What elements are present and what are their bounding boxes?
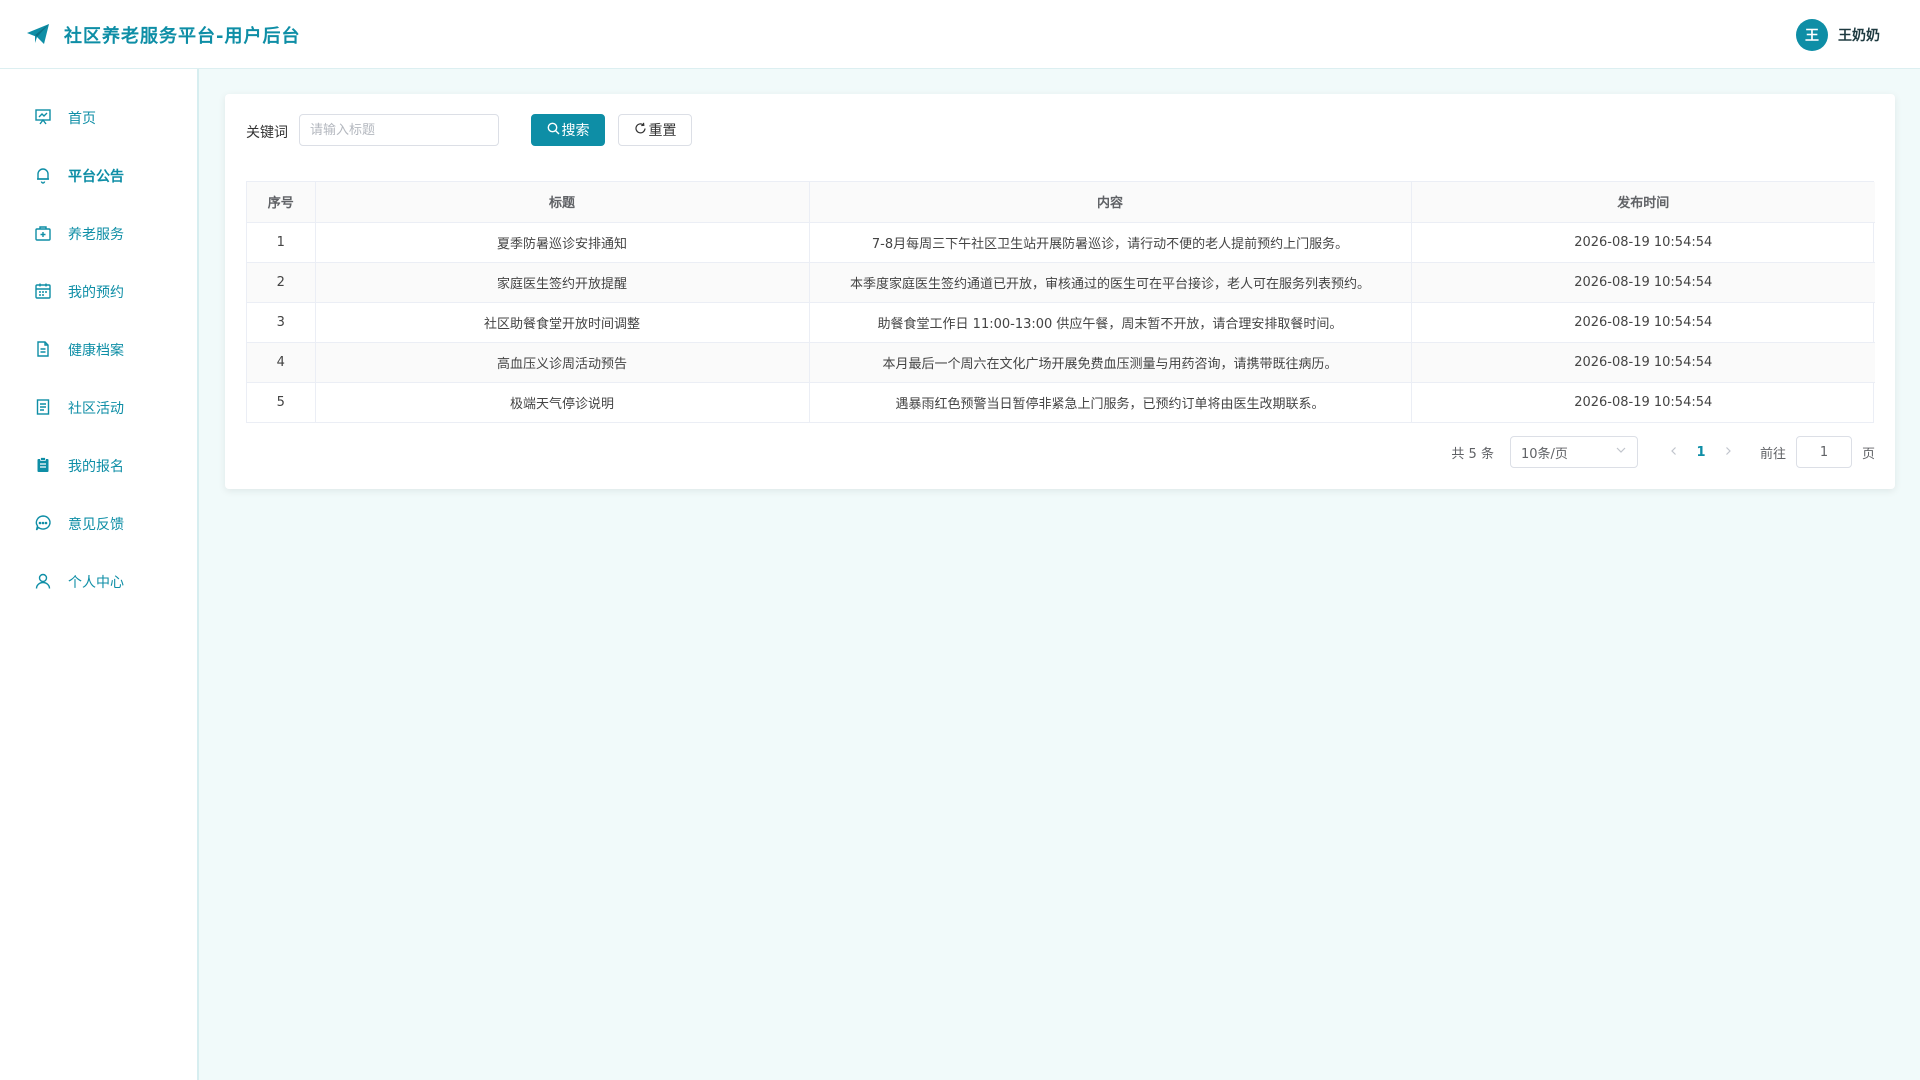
table-row[interactable]: 5 极端天气停诊说明 遇暴雨红色预警当日暂停非紧急上门服务，已预约订单将由医生改…	[247, 382, 1875, 422]
page-number-current[interactable]: 1	[1686, 445, 1716, 460]
sidebar-item-elderly-services[interactable]: 养老服务	[0, 212, 197, 252]
sidebar-item-label: 个人中心	[68, 575, 124, 591]
table-row[interactable]: 2 家庭医生签约开放提醒 本季度家庭医生签约通道已开放，审核通过的医生可在平台接…	[247, 262, 1875, 303]
medical-kit-icon	[34, 224, 52, 242]
announcement-table: 序号 标题 内容 发布时间 1 夏季防暑巡诊安排通知 7-8月每周三下午社区卫生…	[246, 181, 1875, 423]
column-header-publish-time: 发布时间	[1411, 182, 1875, 223]
user-menu[interactable]: 王 王奶奶	[1796, 19, 1880, 51]
sidebar-item-home[interactable]: 首页	[0, 96, 197, 136]
sidebar-item-label: 健康档案	[68, 343, 124, 359]
goto-page-input[interactable]	[1795, 436, 1852, 468]
announcement-card: 关键词 搜索 重置 序号 标题 内容 发布时间	[225, 94, 1895, 489]
cell-title: 家庭医生签约开放提醒	[315, 262, 810, 303]
cell-content: 本季度家庭医生签约通道已开放，审核通过的医生可在平台接诊，老人可在服务列表预约。	[809, 262, 1412, 303]
sidebar-item-personal-center[interactable]: 个人中心	[0, 560, 197, 600]
search-button[interactable]: 搜索	[531, 114, 605, 146]
next-page-button[interactable]	[1716, 444, 1740, 460]
sidebar-item-label: 社区活动	[68, 401, 124, 417]
cell-content: 7-8月每周三下午社区卫生站开展防暑巡诊，请行动不便的老人提前预约上门服务。	[809, 222, 1412, 263]
sidebar-item-label: 首页	[68, 111, 96, 127]
username[interactable]: 王奶奶	[1838, 25, 1880, 45]
cell-title: 高血压义诊周活动预告	[315, 342, 810, 383]
cell-content: 本月最后一个周六在文化广场开展免费血压测量与用药咨询，请携带既往病历。	[809, 342, 1412, 383]
prev-page-button[interactable]	[1662, 444, 1686, 460]
list-doc-icon	[34, 398, 52, 416]
sidebar-item-feedback[interactable]: 意见反馈	[0, 502, 197, 542]
keyword-input[interactable]	[299, 114, 499, 146]
cell-title: 夏季防暑巡诊安排通知	[315, 222, 810, 263]
cell-publish-time: 2026-08-19 10:54:54	[1574, 394, 1713, 410]
pagination: 共 5 条 10条/页 1 前往 页	[1451, 436, 1875, 468]
sidebar: 首页 平台公告 养老服务 我的预约 健康档案 社区活动 我的报名 意见反馈 个人…	[0, 69, 199, 1080]
cell-index: 4	[247, 342, 316, 383]
table-row[interactable]: 3 社区助餐食堂开放时间调整 助餐食堂工作日 11:00-13:00 供应午餐，…	[247, 302, 1875, 343]
cell-index: 5	[247, 382, 316, 422]
sidebar-item-my-appointments[interactable]: 我的预约	[0, 270, 197, 310]
total-count: 共 5 条	[1451, 446, 1494, 462]
cell-content: 遇暴雨红色预警当日暂停非紧急上门服务，已预约订单将由医生改期联系。	[809, 382, 1412, 422]
column-header-content: 内容	[809, 182, 1412, 223]
sidebar-item-label: 意见反馈	[68, 517, 124, 533]
app-title: 社区养老服务平台-用户后台	[64, 26, 301, 47]
column-header-index: 序号	[247, 182, 316, 223]
page-unit-label: 页	[1861, 446, 1875, 462]
goto-label: 前往	[1759, 446, 1786, 462]
avatar[interactable]: 王	[1796, 19, 1828, 51]
page-size-value: 10条/页	[1520, 446, 1568, 462]
calendar-icon	[34, 282, 52, 300]
chart-board-icon	[34, 108, 52, 126]
cell-content: 助餐食堂工作日 11:00-13:00 供应午餐，周末暂不开放，请合理安排取餐时…	[809, 302, 1412, 343]
sidebar-item-label: 平台公告	[68, 169, 124, 185]
document-icon	[34, 340, 52, 358]
paper-plane-icon	[26, 23, 50, 45]
bell-icon	[34, 166, 52, 184]
table-row[interactable]: 4 高血压义诊周活动预告 本月最后一个周六在文化广场开展免费血压测量与用药咨询，…	[247, 342, 1875, 383]
cell-index: 1	[247, 222, 316, 263]
table-row[interactable]: 1 夏季防暑巡诊安排通知 7-8月每周三下午社区卫生站开展防暑巡诊，请行动不便的…	[247, 222, 1875, 263]
cell-index: 2	[247, 262, 316, 303]
cell-index: 3	[247, 302, 316, 343]
top-header: 社区养老服务平台-用户后台 王 王奶奶	[0, 0, 1920, 69]
cell-publish-time: 2026-08-19 10:54:54	[1411, 222, 1875, 263]
sidebar-item-label: 我的报名	[68, 459, 124, 475]
sidebar-item-label: 我的预约	[68, 285, 124, 301]
column-header-title: 标题	[315, 182, 810, 223]
refresh-icon	[634, 122, 649, 139]
chevron-down-icon	[1615, 444, 1627, 460]
sidebar-item-label: 养老服务	[68, 227, 124, 243]
sidebar-item-community-activities[interactable]: 社区活动	[0, 386, 197, 426]
cell-title: 社区助餐食堂开放时间调整	[315, 302, 810, 343]
sidebar-item-my-registrations[interactable]: 我的报名	[0, 444, 197, 484]
clipboard-icon	[34, 456, 52, 474]
page-size-select[interactable]: 10条/页	[1509, 436, 1638, 468]
cell-publish-time: 2026-08-19 10:54:54	[1411, 302, 1875, 343]
table-header-row: 序号 标题 内容 发布时间	[247, 182, 1875, 223]
cell-publish-time: 2026-08-19 10:54:54	[1411, 342, 1875, 383]
user-icon	[34, 572, 52, 590]
sidebar-item-announcements[interactable]: 平台公告	[0, 154, 197, 194]
search-button-label: 搜索	[561, 123, 590, 139]
search-icon	[547, 122, 562, 139]
reset-button[interactable]: 重置	[618, 114, 692, 146]
cell-publish-time: 2026-08-19 10:54:54	[1411, 262, 1875, 303]
cell-title: 极端天气停诊说明	[315, 382, 810, 422]
chat-bubble-icon	[34, 514, 52, 532]
sidebar-item-health-records[interactable]: 健康档案	[0, 328, 197, 368]
keyword-label: 关键词	[246, 125, 288, 141]
reset-button-label: 重置	[648, 123, 677, 139]
